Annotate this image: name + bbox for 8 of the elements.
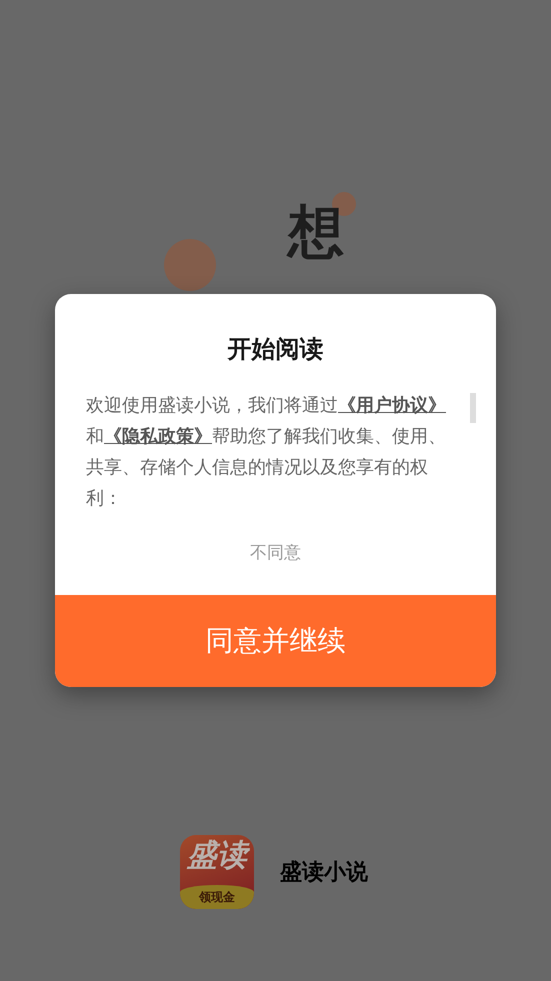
app-name: 盛读小说 [280, 859, 368, 887]
app-icon-badge: 领现金 [180, 885, 254, 909]
agreement-link[interactable]: 《用户协议》 [338, 394, 446, 416]
dialog-title: 开始阅读 [226, 335, 324, 364]
agreement-link[interactable]: 《隐私政策》 [104, 426, 212, 447]
scrollbar [470, 392, 476, 423]
headline-character: 想 [288, 205, 344, 261]
consent-paragraph: 欢迎使用盛读小说，我们将通过《用户协议》 和《隐私政策》帮助您了解我们收集、使用、共享、存储个人信息的情况以及您享有的权利： [86, 394, 447, 511]
